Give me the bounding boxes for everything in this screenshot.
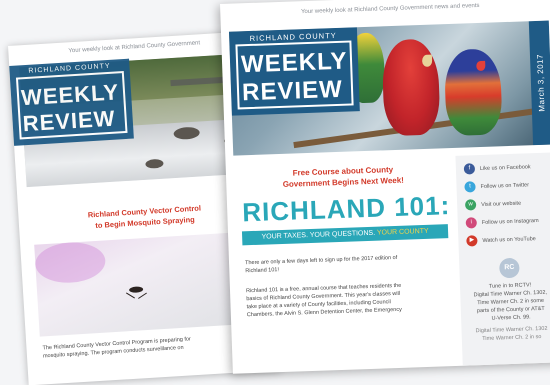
social-twitter[interactable]: t Follow us on Twitter xyxy=(464,179,530,193)
youtube-icon: ▶ xyxy=(466,235,478,247)
facebook-icon: f xyxy=(463,163,476,175)
social-instagram[interactable]: i Follow us on Instagram xyxy=(465,215,539,229)
rctv-info-duplicate: Digital Time Warner Ch. 1302 Time Warner… xyxy=(467,324,550,343)
mosquito-leg xyxy=(125,292,135,299)
social-label: Like us on Facebook xyxy=(479,163,531,172)
parrot-lorikeet xyxy=(443,48,503,137)
social-facebook[interactable]: f Like us on Facebook xyxy=(463,161,531,175)
social-label: Follow us on Instagram xyxy=(481,217,539,226)
issue-date-band: March 3, 2017 xyxy=(528,20,550,146)
mosquito-icon xyxy=(128,286,144,294)
flower-blur xyxy=(34,240,107,285)
social-website[interactable]: w Visit our website xyxy=(464,198,522,211)
social-label: Visit our website xyxy=(481,200,522,208)
rctv-info: Tune in to RCTV! Digital Time Warner Ch.… xyxy=(466,281,550,324)
globe-icon: w xyxy=(464,199,477,211)
course-headline[interactable]: Free Course about County Government Begi… xyxy=(240,162,447,191)
masthead: RICHLAND COUNTY WEEKLY REVIEW xyxy=(9,58,134,146)
sidebar: f Like us on Facebook t Follow us on Twi… xyxy=(455,152,550,366)
richland-101-title: RICHLAND 101: xyxy=(241,190,451,228)
parrot-red xyxy=(381,38,441,137)
masthead-review: REVIEW xyxy=(241,75,344,107)
issue-date: March 3, 2017 xyxy=(535,53,547,112)
masthead-weekly: WEEKLY xyxy=(240,47,349,79)
details-paragraph: Richland 101 is a free, annual course th… xyxy=(246,280,443,319)
instagram-icon: i xyxy=(465,217,477,229)
social-label: Follow us on Twitter xyxy=(480,181,530,190)
masthead: RICHLAND COUNTY WEEKLY REVIEW xyxy=(228,27,360,116)
social-youtube[interactable]: ▶ Watch us on YouTube xyxy=(466,233,536,247)
intro-paragraph: There are only a few days left to sign u… xyxy=(245,252,441,275)
richland-101-banner: YOUR TAXES. YOUR QUESTIONS. YOUR COUNTY xyxy=(241,224,449,246)
twitter-icon: t xyxy=(464,181,476,193)
mosquito-leg xyxy=(138,292,147,299)
banner-accent: YOUR COUNTY xyxy=(376,227,429,237)
social-label: Watch us on YouTube xyxy=(482,235,536,244)
parrots-hero-image: RICHLAND COUNTY WEEKLY REVIEW March 3, 2… xyxy=(228,20,550,156)
newsletter-front: Your weekly look at Richland County Gove… xyxy=(220,0,550,374)
banner-main: YOUR TAXES. YOUR QUESTIONS. xyxy=(261,229,376,241)
article-headline[interactable]: Richland County Vector Control to Begin … xyxy=(38,200,251,235)
rctv-logo: RC xyxy=(499,257,520,279)
